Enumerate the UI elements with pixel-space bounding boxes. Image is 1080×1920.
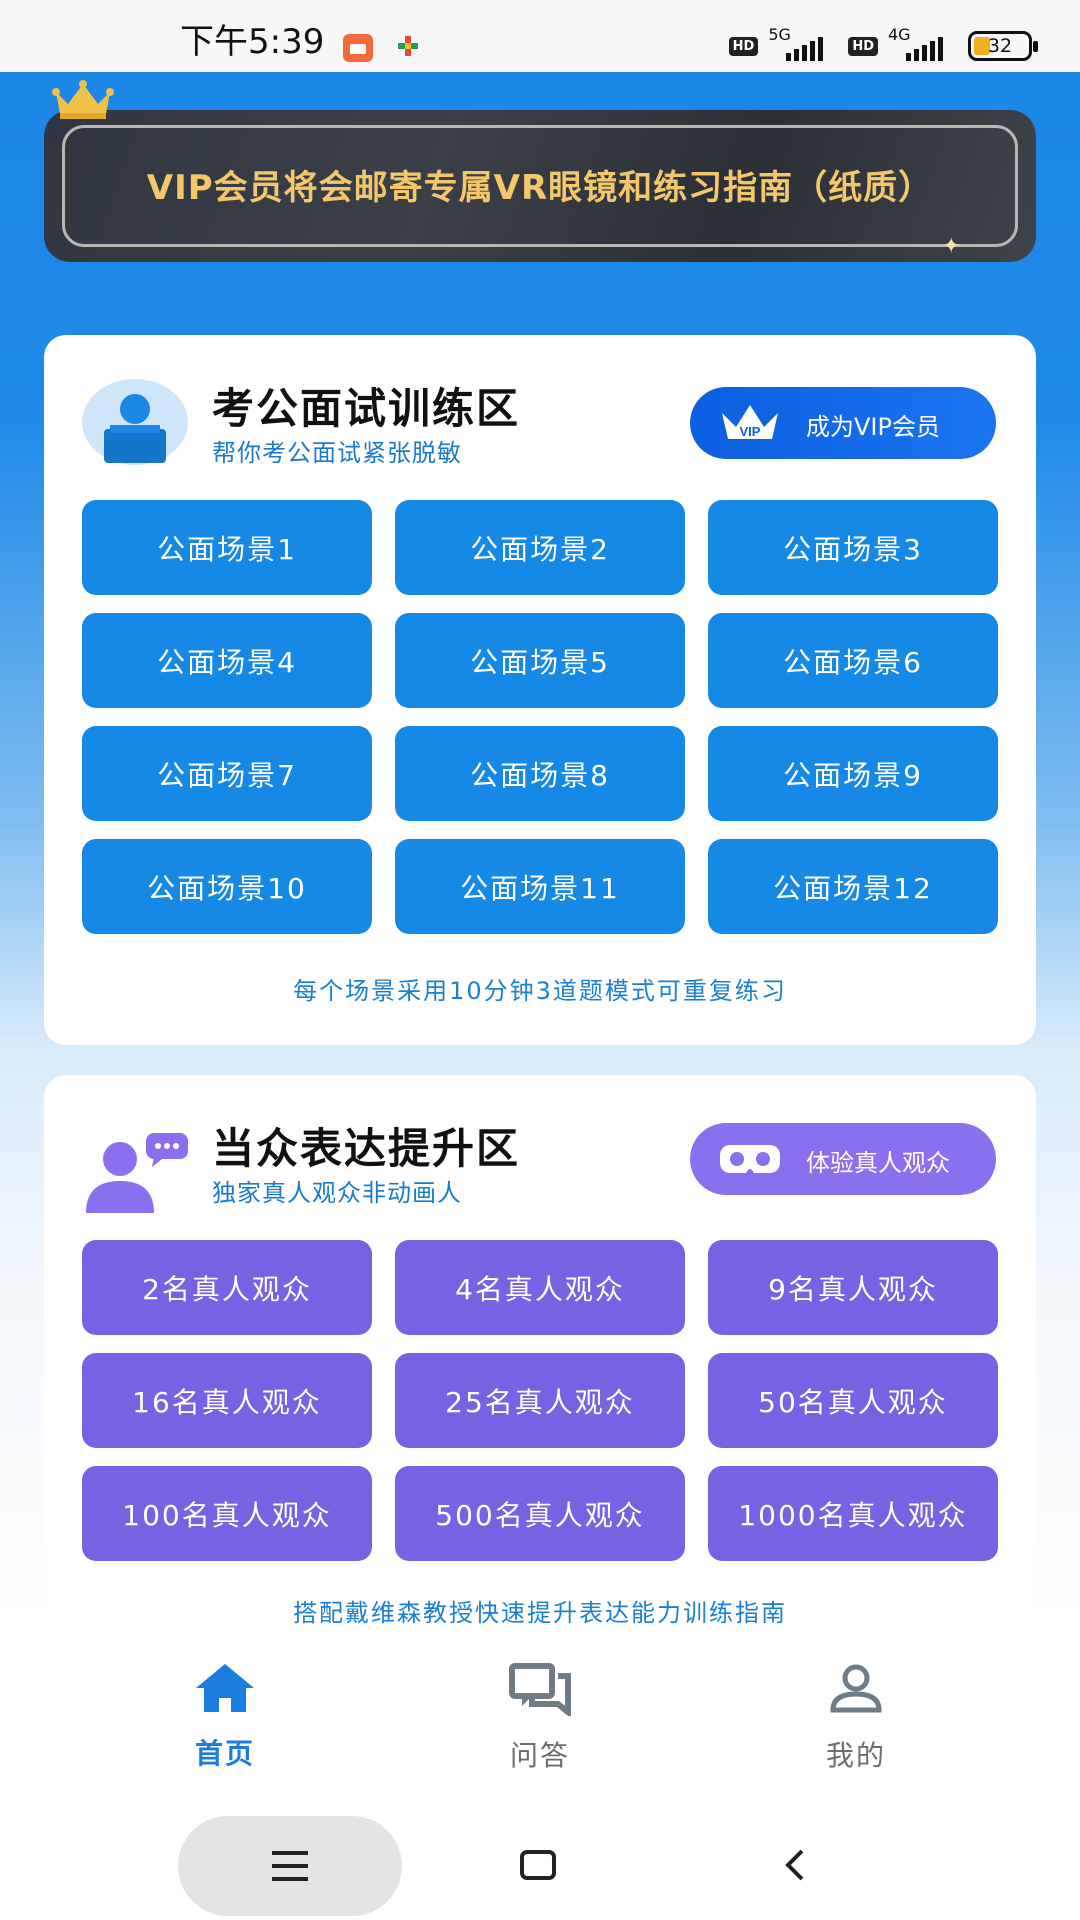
status-icons: HD 5G HD 4G 32 <box>728 25 1038 66</box>
bottom-nav: 首页 问答 我的 <box>0 1626 1080 1802</box>
speech-section-subtitle: 独家真人观众非动画人 <box>212 1179 462 1207</box>
signal-4g-icon: 4G <box>888 25 958 61</box>
speech-section-title: 当众表达提升区 <box>212 1124 521 1173</box>
home-icon <box>196 1664 254 1712</box>
sparkle-icon: ✦ <box>942 234 961 259</box>
audience-button[interactable]: 2名真人观众 <box>82 1240 372 1335</box>
nav-profile-label: 我的 <box>825 1739 886 1772</box>
scene-button[interactable]: 公面场景12 <box>708 839 998 934</box>
nav-profile[interactable]: 我的 <box>776 1662 936 1774</box>
become-vip-button[interactable]: VIP 成为VIP会员 <box>690 387 996 459</box>
notification-app-icon <box>343 34 373 62</box>
status-time: 下午5:39 <box>180 22 325 62</box>
experience-real-audience-button[interactable]: 体验真人观众 <box>690 1123 996 1195</box>
nav-home-label: 首页 <box>194 1737 255 1770</box>
scene-button[interactable]: 公面场景6 <box>708 613 998 708</box>
status-bar: 下午5:39 HD 5G HD 4G 32 <box>0 0 1080 72</box>
scene-button[interactable]: 公面场景9 <box>708 726 998 821</box>
interview-note: 每个场景采用10分钟3道题模式可重复练习 <box>293 977 787 1005</box>
profile-icon <box>830 1664 882 1713</box>
signal-5g-icon: 5G <box>768 25 838 61</box>
scene-button[interactable]: 公面场景3 <box>708 500 998 595</box>
scene-button[interactable]: 公面场景7 <box>82 726 372 821</box>
audience-button[interactable]: 500名真人观众 <box>395 1466 685 1561</box>
chat-icon <box>509 1663 571 1716</box>
speech-note: 搭配戴维森教授快速提升表达能力训练指南 <box>293 1599 787 1627</box>
scene-button[interactable]: 公面场景8 <box>395 726 685 821</box>
interviewer-avatar-icon <box>82 379 188 465</box>
vr-glasses-icon <box>720 1145 780 1173</box>
interview-section-subtitle: 帮你考公面试紧张脱敏 <box>212 439 462 467</box>
notification-app2-icon <box>398 36 418 56</box>
scene-button[interactable]: 公面场景4 <box>82 613 372 708</box>
experience-label: 体验真人观众 <box>806 1149 950 1177</box>
interview-section-title: 考公面试训练区 <box>212 384 521 433</box>
nav-qa[interactable]: 问答 <box>460 1662 620 1774</box>
scene-button[interactable]: 公面场景10 <box>82 839 372 934</box>
home-button[interactable] <box>520 1850 556 1880</box>
speech-improvement-card: 当众表达提升区 独家真人观众非动画人 体验真人观众 2名真人观众 4名真人观众 … <box>44 1075 1036 1635</box>
recent-apps-button[interactable] <box>178 1816 402 1916</box>
back-icon[interactable] <box>778 1848 812 1882</box>
audience-button[interactable]: 1000名真人观众 <box>708 1466 998 1561</box>
audience-button[interactable]: 16名真人观众 <box>82 1353 372 1448</box>
become-vip-label: 成为VIP会员 <box>806 413 940 441</box>
scene-button[interactable]: 公面场景11 <box>395 839 685 934</box>
audience-button[interactable]: 25名真人观众 <box>395 1353 685 1448</box>
hd-badge-2: HD <box>848 36 878 56</box>
scene-button[interactable]: 公面场景1 <box>82 500 372 595</box>
hd-badge: HD <box>728 36 759 56</box>
audience-button[interactable]: 4名真人观众 <box>395 1240 685 1335</box>
vip-banner[interactable]: VIP会员将会邮寄专属VR眼镜和练习指南（纸质） ✦ <box>44 110 1036 262</box>
audience-grid: 2名真人观众 4名真人观众 9名真人观众 16名真人观众 25名真人观众 50名… <box>82 1240 998 1561</box>
nav-home[interactable]: 首页 <box>145 1662 305 1772</box>
banner-text: VIP会员将会邮寄专属VR眼镜和练习指南（纸质） <box>146 168 934 208</box>
nav-qa-label: 问答 <box>509 1739 570 1772</box>
vip-crown-icon: VIP <box>722 405 778 439</box>
speaker-avatar-icon <box>86 1133 188 1213</box>
scene-button[interactable]: 公面场景5 <box>395 613 685 708</box>
battery-icon: 32 <box>968 31 1038 61</box>
scene-grid: 公面场景1 公面场景2 公面场景3 公面场景4 公面场景5 公面场景6 公面场景… <box>82 500 998 934</box>
interview-training-card: 考公面试训练区 帮你考公面试紧张脱敏 VIP 成为VIP会员 公面场景1 公面场… <box>44 335 1036 1045</box>
audience-button[interactable]: 50名真人观众 <box>708 1353 998 1448</box>
audience-button[interactable]: 9名真人观众 <box>708 1240 998 1335</box>
svg-text:VIP: VIP <box>740 424 761 439</box>
audience-button[interactable]: 100名真人观众 <box>82 1466 372 1561</box>
menu-icon <box>272 1851 308 1881</box>
crown-icon <box>52 80 114 119</box>
system-nav-bar <box>0 1802 1080 1920</box>
scene-button[interactable]: 公面场景2 <box>395 500 685 595</box>
